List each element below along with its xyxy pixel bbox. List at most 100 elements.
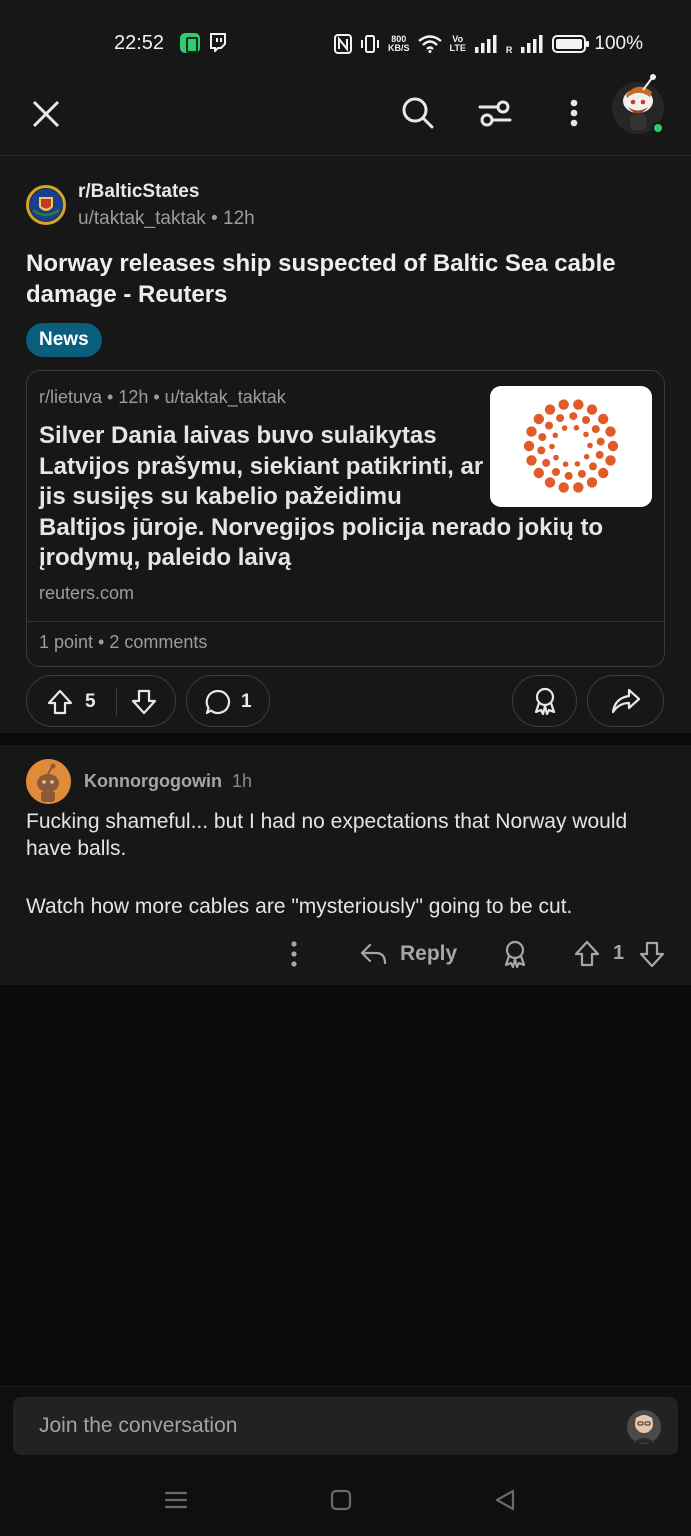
- award-button[interactable]: [512, 675, 577, 727]
- share-button[interactable]: [587, 675, 664, 727]
- logo-dot: [552, 432, 559, 439]
- crosspost-meta: r/lietuva • 12h • u/taktak_taktak: [39, 387, 286, 407]
- logo-dot: [538, 433, 547, 442]
- comments-button[interactable]: 1: [186, 675, 270, 727]
- logo-dot: [586, 477, 598, 488]
- logo-dot: [573, 399, 584, 410]
- share-icon: [611, 688, 640, 714]
- status-bar: 22:52 800 KB/S Vo LTE R 100%: [0, 0, 691, 88]
- logo-dot: [586, 404, 598, 415]
- my-avatar: [627, 1410, 661, 1444]
- system-nav-bar: [0, 1470, 691, 1530]
- logo-dot: [577, 469, 586, 478]
- wifi-icon: [417, 35, 442, 53]
- logo-dot: [526, 426, 537, 437]
- comment-paragraph: Watch how more cables are "mysteriously"…: [26, 895, 573, 918]
- post-title: Norway releases ship suspected of Baltic…: [26, 250, 616, 308]
- sort-filter-button[interactable]: [472, 90, 518, 136]
- volte-indicator: Vo LTE: [450, 35, 466, 53]
- logo-dot: [533, 413, 544, 425]
- battery-icon: [552, 35, 590, 53]
- upvote-icon[interactable]: [47, 689, 73, 715]
- comment-author[interactable]: Konnorgogowin: [84, 771, 222, 792]
- vote-separator: [116, 688, 117, 716]
- logo-dot: [544, 477, 556, 488]
- signal-strength-2-icon: [521, 35, 543, 53]
- meta-separator: •: [211, 208, 218, 229]
- reuters-logo-icon: [523, 399, 619, 493]
- logo-dot: [587, 442, 593, 449]
- logo-dot: [558, 482, 569, 493]
- comment-score: 1: [613, 942, 625, 964]
- comment-bubble-icon: [205, 689, 231, 715]
- logo-dot: [561, 425, 568, 431]
- reply-label: Reply: [400, 942, 458, 965]
- close-button[interactable]: [24, 92, 68, 136]
- signal-strength-icon: [474, 35, 497, 53]
- roaming-indicator: R: [505, 45, 513, 55]
- logo-dot: [569, 412, 578, 421]
- composer-placeholder: Join the conversation: [39, 1414, 238, 1437]
- post-score: 5: [85, 691, 96, 712]
- post-comment-divider: [0, 733, 691, 745]
- crosspost-stats: 1 point • 2 comments: [39, 632, 208, 652]
- overflow-menu-button[interactable]: [551, 90, 597, 136]
- app-bar: [0, 74, 691, 156]
- logo-dot: [583, 453, 590, 460]
- comment-downvote-icon[interactable]: [638, 938, 666, 970]
- comment-age: 1h: [232, 771, 253, 791]
- comment-award-icon[interactable]: [500, 938, 530, 970]
- back-triangle-icon[interactable]: [492, 1488, 518, 1512]
- battery-notification-icon: [180, 33, 200, 53]
- logo-dot: [556, 414, 565, 423]
- link-thumbnail[interactable]: [490, 386, 652, 507]
- logo-dot: [537, 446, 546, 455]
- profile-avatar-button[interactable]: [612, 74, 666, 134]
- logo-dot: [589, 462, 597, 471]
- logo-dot: [582, 416, 590, 424]
- search-button[interactable]: [395, 90, 441, 136]
- award-icon: [534, 687, 555, 715]
- post-flair[interactable]: News: [26, 323, 102, 357]
- post-author[interactable]: u/taktak_taktak: [78, 208, 206, 229]
- logo-dot: [523, 440, 535, 452]
- logo-dot: [574, 461, 581, 467]
- crosspost-title-part-1: Silver Dania laivas buvo sulaikytas Latv…: [39, 422, 484, 510]
- link-domain[interactable]: reuters.com: [39, 583, 134, 604]
- logo-dot: [533, 467, 544, 479]
- twitch-notification-icon: [210, 33, 226, 52]
- logo-dot: [573, 482, 584, 493]
- logo-dot: [542, 458, 551, 467]
- filter-icon: [478, 100, 512, 127]
- comment-upvote-icon[interactable]: [573, 938, 601, 970]
- reply-button[interactable]: Reply: [360, 938, 457, 970]
- network-speed-unit: KB/S: [388, 43, 410, 53]
- user-avatar: [612, 74, 664, 134]
- comment-avatar[interactable]: [26, 759, 71, 804]
- logo-dot: [583, 431, 589, 438]
- logo-dot: [553, 454, 559, 461]
- comment-paragraph: Fucking shameful... but I had no expecta…: [26, 810, 628, 860]
- logo-dot: [562, 461, 569, 467]
- comment-more-icon[interactable]: [281, 938, 307, 970]
- post-meta: u/taktak_taktak • 12h: [78, 208, 255, 230]
- logo-dot: [591, 425, 600, 434]
- subreddit-name[interactable]: r/BalticStates: [78, 181, 199, 203]
- downvote-icon[interactable]: [131, 689, 157, 715]
- comment-composer[interactable]: Join the conversation: [13, 1397, 678, 1455]
- logo-dot: [564, 471, 573, 480]
- logo-dot: [605, 426, 616, 437]
- subreddit-icon[interactable]: [26, 185, 66, 225]
- logo-dot: [596, 437, 605, 446]
- more-vertical-icon: [570, 99, 578, 127]
- logo-dot: [598, 413, 609, 425]
- logo-dot: [595, 450, 604, 459]
- post-age: 12h: [223, 208, 255, 229]
- recents-menu-icon[interactable]: [163, 1490, 189, 1510]
- crosspost-card[interactable]: r/lietuva • 12h • u/taktak_taktak Silver…: [26, 370, 665, 667]
- home-square-icon[interactable]: [328, 1488, 354, 1512]
- comment-body: Fucking shameful... but I had no expecta…: [26, 808, 666, 920]
- post-vote-control: 5: [26, 675, 176, 727]
- reply-arrow-icon: [360, 943, 387, 965]
- close-icon: [32, 100, 60, 128]
